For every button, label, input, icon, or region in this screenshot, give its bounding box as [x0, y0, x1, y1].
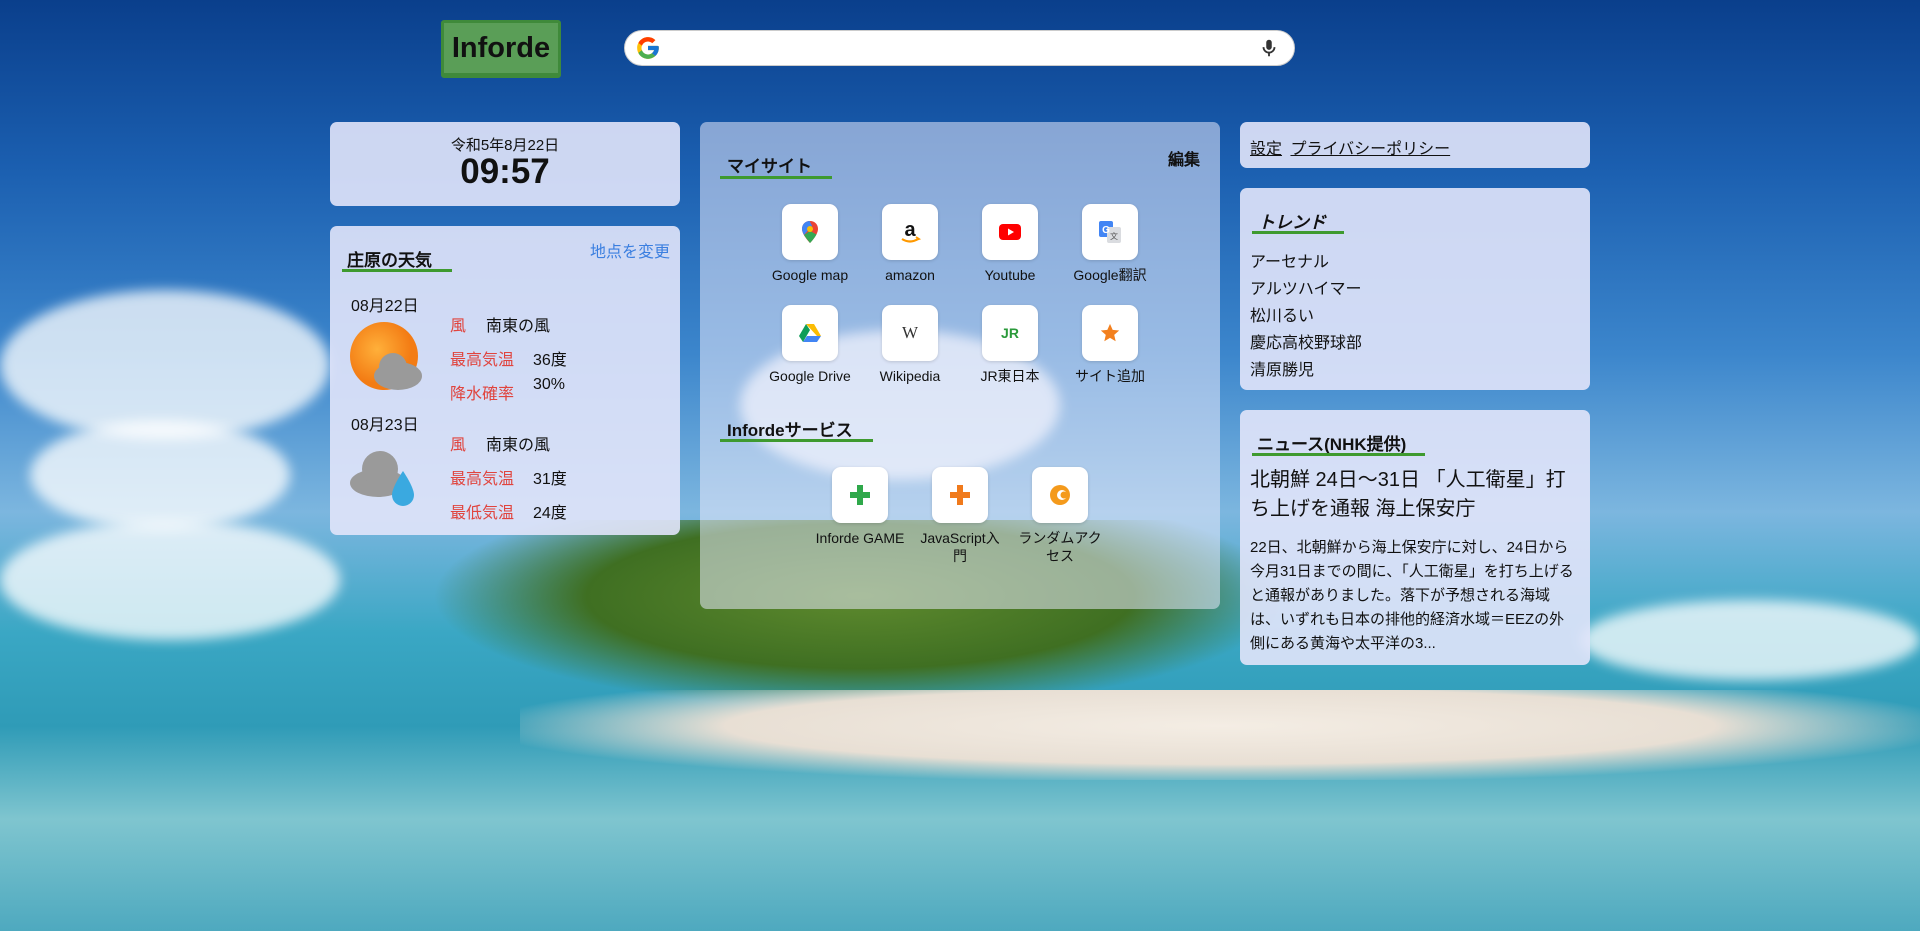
weather-day2-value-max: 31度 [533, 471, 567, 488]
weather-day2-label-max: 最高気温 [450, 471, 515, 488]
weather-day1-date: 08月22日 [351, 298, 419, 315]
amazon-icon: a [882, 204, 938, 260]
tile-label: ランダムアクセス [1018, 530, 1102, 564]
tile-label: Wikipedia [879, 368, 941, 384]
trend-title-underline [1252, 231, 1344, 234]
star-icon [1082, 305, 1138, 361]
weather-day1-value-max: 36度 [533, 352, 567, 369]
tile-label: サイト追加 [1075, 368, 1145, 384]
tile-label: JavaScript入門 [920, 530, 1000, 564]
search-bar[interactable] [624, 30, 1295, 66]
tile-inforde-game[interactable]: Inforde GAME [805, 467, 915, 547]
svg-text:W: W [902, 324, 919, 342]
weather-day1-label-rain: 降水確率 [450, 386, 515, 403]
tile-label: Google map [771, 267, 849, 283]
cloud-rain-icon [348, 445, 424, 509]
tile-javascript-intro[interactable]: JavaScript入門 [905, 467, 1015, 565]
youtube-icon [982, 204, 1038, 260]
weather-day2-label-min: 最低気温 [450, 505, 515, 522]
search-input[interactable] [669, 38, 1250, 58]
weather-title: 庄原の天気 [347, 251, 432, 270]
tile-label: Youtube [984, 267, 1036, 283]
mysite-title: マイサイト [727, 157, 812, 176]
weather-day2-date: 08月23日 [351, 417, 419, 434]
trend-item[interactable]: 松川るい [1250, 302, 1314, 326]
svg-text:G: G [1102, 225, 1110, 236]
orange-cross-icon [932, 467, 988, 523]
trend-item[interactable]: アルツハイマー [1250, 275, 1362, 299]
microphone-icon[interactable] [1258, 37, 1280, 59]
google-drive-icon [782, 305, 838, 361]
tile-label: Google翻訳 [1073, 267, 1147, 283]
random-access-icon [1032, 467, 1088, 523]
tile-youtube[interactable]: Youtube [955, 204, 1065, 284]
news-body: 22日、北朝鮮から海上保安庁に対し、24日から今月31日までの間に、「人工衛星」… [1250, 539, 1574, 652]
news-headline[interactable]: 北朝鮮 24日～31日 「人工衛星」打ち上げを通報 海上保安庁 [1250, 466, 1580, 524]
tile-google-translate[interactable]: G文 Google翻訳 [1055, 204, 1165, 284]
services-title-underline [720, 439, 873, 442]
green-cross-icon [832, 467, 888, 523]
privacy-policy-link[interactable]: プライバシーポリシー [1290, 141, 1450, 158]
news-title-underline [1252, 453, 1425, 456]
google-icon [637, 37, 659, 59]
services-title: Infordeサービス [727, 421, 853, 440]
tile-label: JR東日本 [980, 368, 1040, 384]
svg-text:JR: JR [1001, 325, 1019, 341]
trend-item[interactable]: 慶応高校野球部 [1250, 329, 1362, 353]
weather-day1-value-rain: 30% [533, 376, 566, 393]
jr-east-icon: JR [982, 305, 1038, 361]
tile-amazon[interactable]: a amazon [855, 204, 965, 284]
tile-google-drive[interactable]: Google Drive [755, 305, 865, 385]
sun-cloud-icon [348, 320, 424, 392]
weather-day2-value-wind: 南東の風 [486, 437, 551, 454]
svg-text:文: 文 [1110, 231, 1118, 241]
weather-day2-label-wind: 風 [450, 437, 467, 454]
change-location-link[interactable]: 地点を変更 [590, 238, 670, 262]
wikipedia-icon: W [882, 305, 938, 361]
edit-button[interactable]: 編集 [1168, 146, 1200, 170]
tile-label: Inforde GAME [815, 530, 905, 546]
settings-link[interactable]: 設定 [1250, 141, 1282, 158]
tile-random-access[interactable]: ランダムアクセス [1005, 467, 1115, 565]
tile-jr-east[interactable]: JR JR東日本 [955, 305, 1065, 385]
mysite-title-underline [720, 176, 832, 179]
clock-time: 09:57 [460, 152, 550, 191]
trend-item[interactable]: アーセナル [1250, 248, 1329, 272]
trend-title: トレンド [1258, 213, 1326, 232]
google-maps-icon [782, 204, 838, 260]
tile-label: Google Drive [769, 368, 851, 384]
tile-wikipedia[interactable]: W Wikipedia [855, 305, 965, 385]
news-title: ニュース(NHK提供) [1257, 435, 1407, 454]
weather-title-underline [342, 269, 452, 272]
tile-google-map[interactable]: Google map [755, 204, 865, 284]
tile-label: amazon [885, 267, 935, 283]
tile-add-site[interactable]: サイト追加 [1055, 305, 1165, 385]
weather-day1-label-wind: 風 [450, 318, 467, 335]
google-translate-icon: G文 [1082, 204, 1138, 260]
weather-day1-label-max: 最高気温 [450, 352, 515, 369]
weather-day1-value-wind: 南東の風 [486, 318, 551, 335]
top-links: 設定 プライバシーポリシー [1250, 135, 1454, 159]
trend-item[interactable]: 清原勝児 [1250, 356, 1314, 380]
logo[interactable]: Inforde [441, 20, 561, 78]
weather-day2-value-min: 24度 [533, 505, 567, 522]
svg-text:a: a [904, 219, 916, 241]
